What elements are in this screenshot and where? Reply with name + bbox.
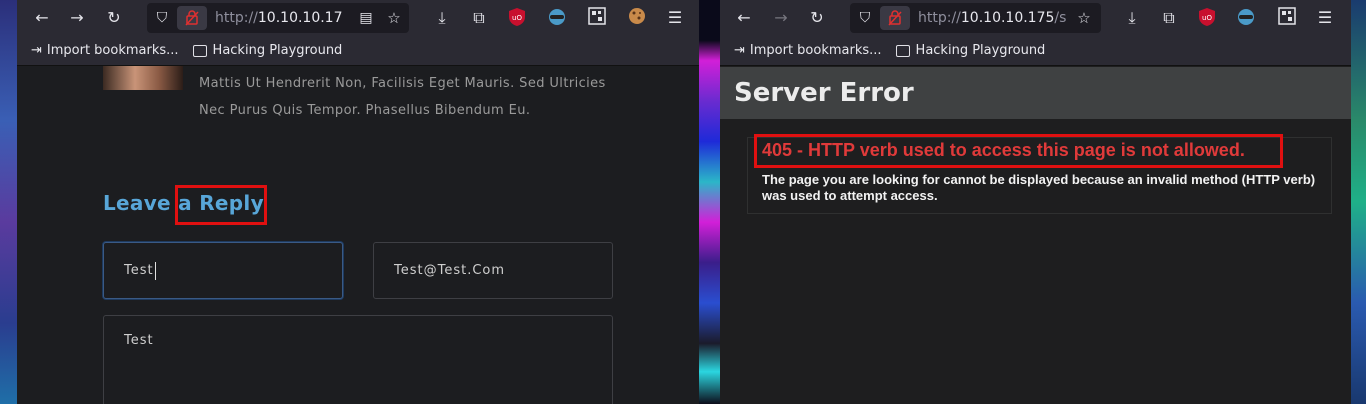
bookmark-label: Hacking Playground [212,43,343,58]
bookmark-hacking-playground[interactable]: Hacking Playground [895,43,1046,58]
back-arrow-icon[interactable]: ← [733,7,755,29]
reload-icon[interactable]: ↻ [806,7,828,29]
bookmark-hacking-playground[interactable]: Hacking Playground [192,43,343,58]
navigation-toolbar: ← → ↻ ⛉ http://10.10.10.175/sin ☆ ⤓ ⧉ uO… [720,0,1351,36]
spy-glasses-icon[interactable] [546,7,568,29]
comment-text-line: Nec Purus Quis Tempor. Phasellus Bibendu… [199,103,531,118]
comment-avatar [103,66,183,90]
url-text[interactable]: http://10.10.10.175/s [215,10,343,26]
bookmark-star-icon[interactable]: ☆ [1073,7,1095,29]
highlight-box [754,134,1283,168]
bookmarks-toolbar: ⇥ Import bookmarks... Hacking Playground [17,36,699,66]
error-message: The page you are looking for cannot be d… [762,172,1316,203]
desktop-wallpaper-left [0,0,17,404]
bookmark-label: Import bookmarks... [749,43,882,58]
qr-code-icon[interactable] [1276,7,1298,29]
browser-window-right: ← → ↻ ⛉ http://10.10.10.175/sin ☆ ⤓ ⧉ uO… [720,0,1351,404]
navigation-toolbar: ← → ↻ ⛉ http://10.10.10.175/s ▤ ☆ ⤓ ⧉ uO… [17,0,699,36]
bookmarks-toolbar: ⇥ Import bookmarks... Hacking Playground [720,36,1351,66]
url-prefix: http:// [918,10,961,26]
highlight-box [175,185,267,225]
svg-text:uO: uO [1202,14,1212,22]
shield-icon[interactable]: ⛉ [854,7,876,29]
lock-slash-icon[interactable] [177,6,207,30]
bookmark-import[interactable]: ⇥ Import bookmarks... [734,43,882,58]
extensions-icon[interactable]: ⧉ [468,7,490,29]
text-caret [154,261,156,280]
desktop-wallpaper-middle [699,0,720,404]
svg-text:uO: uO [512,14,522,22]
email-input[interactable]: Test@Test.Com [373,242,613,299]
download-icon[interactable]: ⤓ [431,7,453,29]
hamburger-menu-icon[interactable]: ☰ [664,7,686,29]
reload-icon[interactable]: ↻ [103,7,125,29]
folder-icon [895,44,910,57]
server-error-title: Server Error [734,78,914,108]
comment-textarea-value: Test [124,333,154,348]
extensions-icon[interactable]: ⧉ [1158,7,1180,29]
spy-glasses-icon[interactable] [1235,7,1257,29]
comment-textarea[interactable]: Test [103,315,613,404]
comment-text-line: Mattis Ut Hendrerit Non, Facilisis Eget … [199,76,606,91]
back-arrow-icon[interactable]: ← [31,7,53,29]
browser-window-left: ← → ↻ ⛉ http://10.10.10.175/s ▤ ☆ ⤓ ⧉ uO… [17,0,699,404]
desktop-wallpaper-right [1351,0,1366,404]
forward-arrow-icon[interactable]: → [66,7,88,29]
qr-code-icon[interactable] [586,7,608,29]
download-icon[interactable]: ⤓ [1121,7,1143,29]
url-bar[interactable]: ⛉ http://10.10.10.175/sin ☆ [850,3,1101,33]
cookie-icon[interactable] [626,7,648,29]
url-tail: /sin [1054,10,1066,26]
import-icon: ⇥ [31,43,42,58]
email-input-value: Test@Test.Com [394,263,506,278]
bookmark-import[interactable]: ⇥ Import bookmarks... [31,43,179,58]
ublock-icon[interactable]: uO [1196,7,1218,29]
hamburger-menu-icon[interactable]: ☰ [1314,7,1336,29]
lock-slash-icon[interactable] [880,6,910,30]
name-input[interactable]: Test [103,242,343,299]
url-bar[interactable]: ⛉ http://10.10.10.175/s ▤ ☆ [147,3,409,33]
ublock-icon[interactable]: uO [506,7,528,29]
name-input-value: Test [124,263,154,278]
forward-arrow-icon[interactable]: → [770,7,792,29]
folder-icon [192,44,207,57]
url-host: 10.10.10.175 [960,10,1055,26]
shield-icon[interactable]: ⛉ [151,7,173,29]
url-text[interactable]: http://10.10.10.175/sin [918,10,1066,26]
bookmark-label: Import bookmarks... [46,43,179,58]
url-prefix: http:// [215,10,258,26]
url-host: 10.10.10.175 [257,10,343,26]
reader-mode-icon[interactable]: ▤ [355,7,377,29]
bookmark-label: Hacking Playground [915,43,1046,58]
import-icon: ⇥ [734,43,745,58]
bookmark-star-icon[interactable]: ☆ [383,7,405,29]
